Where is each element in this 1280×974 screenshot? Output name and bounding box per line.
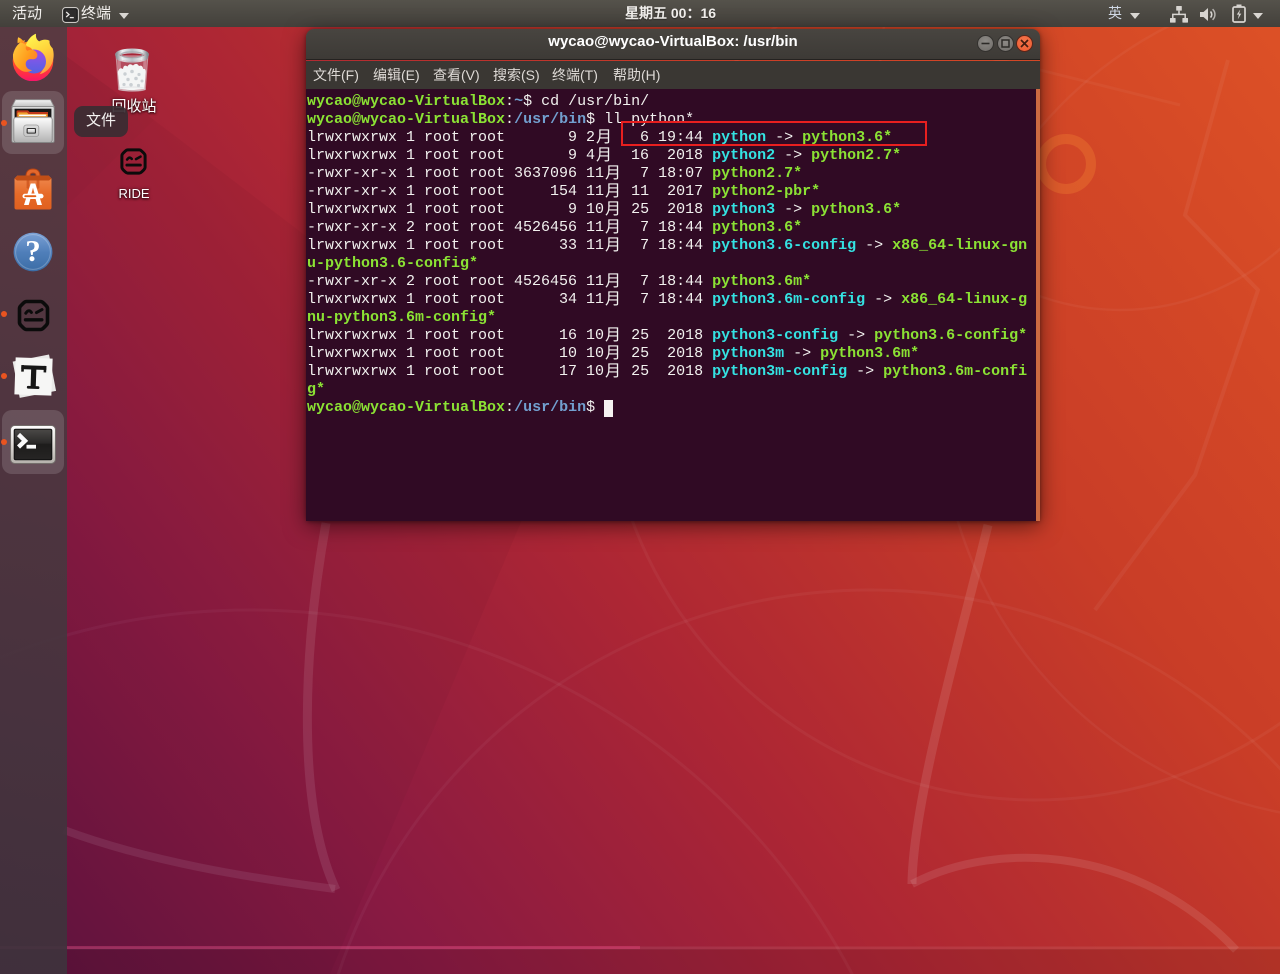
svg-text:?: ?	[25, 233, 41, 268]
